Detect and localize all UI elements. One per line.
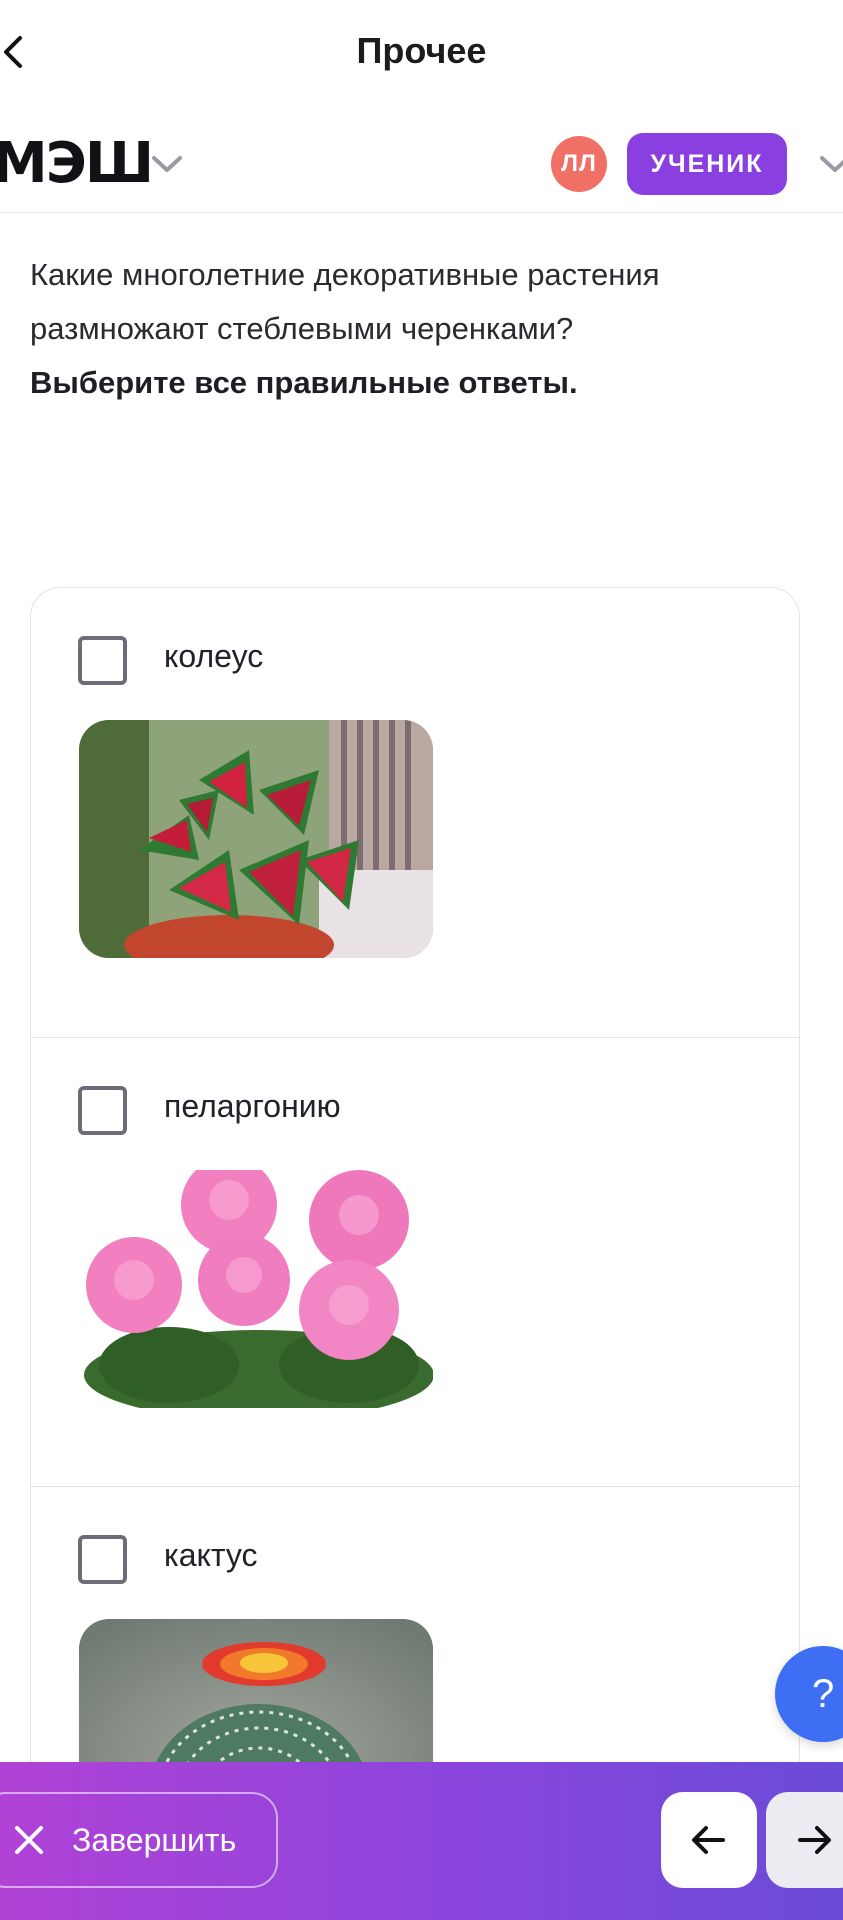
question-text: Какие многолетние декоративные растения … <box>30 257 660 346</box>
pelargonium-photo <box>79 1170 433 1408</box>
app-header: МЭШ ЛЛ УЧЕНИК <box>0 105 843 213</box>
option-label: колеус <box>164 638 264 674</box>
question-instruction: Выберите все правильные ответы. <box>30 365 578 400</box>
answer-option[interactable]: колеус <box>31 588 799 1037</box>
top-nav: Прочее <box>0 0 843 105</box>
answer-option[interactable]: пеларгонию <box>31 1037 799 1486</box>
arrow-left-icon <box>692 1826 725 1854</box>
next-button[interactable] <box>766 1792 843 1888</box>
finish-label: Завершить <box>72 1821 237 1858</box>
arrow-right-icon <box>798 1826 831 1854</box>
coleus-photo <box>79 720 433 958</box>
role-badge[interactable]: УЧЕНИК <box>627 133 787 195</box>
app-logo[interactable]: МЭШ <box>0 131 154 196</box>
option-checkbox[interactable] <box>78 1535 127 1584</box>
question: Какие многолетние декоративные растения … <box>30 248 800 410</box>
previous-button[interactable] <box>661 1792 757 1888</box>
finish-button[interactable]: Завершить <box>0 1792 278 1888</box>
option-checkbox[interactable] <box>78 636 127 685</box>
close-icon <box>12 1823 46 1857</box>
option-label: кактус <box>164 1537 258 1573</box>
answer-options-card: колеус пеларгонию кактус <box>30 587 800 1920</box>
avatar[interactable]: ЛЛ <box>551 136 607 192</box>
page-title: Прочее <box>356 30 487 71</box>
option-checkbox[interactable] <box>78 1086 127 1135</box>
chevron-down-icon[interactable] <box>818 153 843 175</box>
option-label: пеларгонию <box>164 1088 341 1124</box>
chevron-down-icon[interactable] <box>150 153 184 175</box>
bottom-bar: Завершить <box>0 1762 843 1920</box>
